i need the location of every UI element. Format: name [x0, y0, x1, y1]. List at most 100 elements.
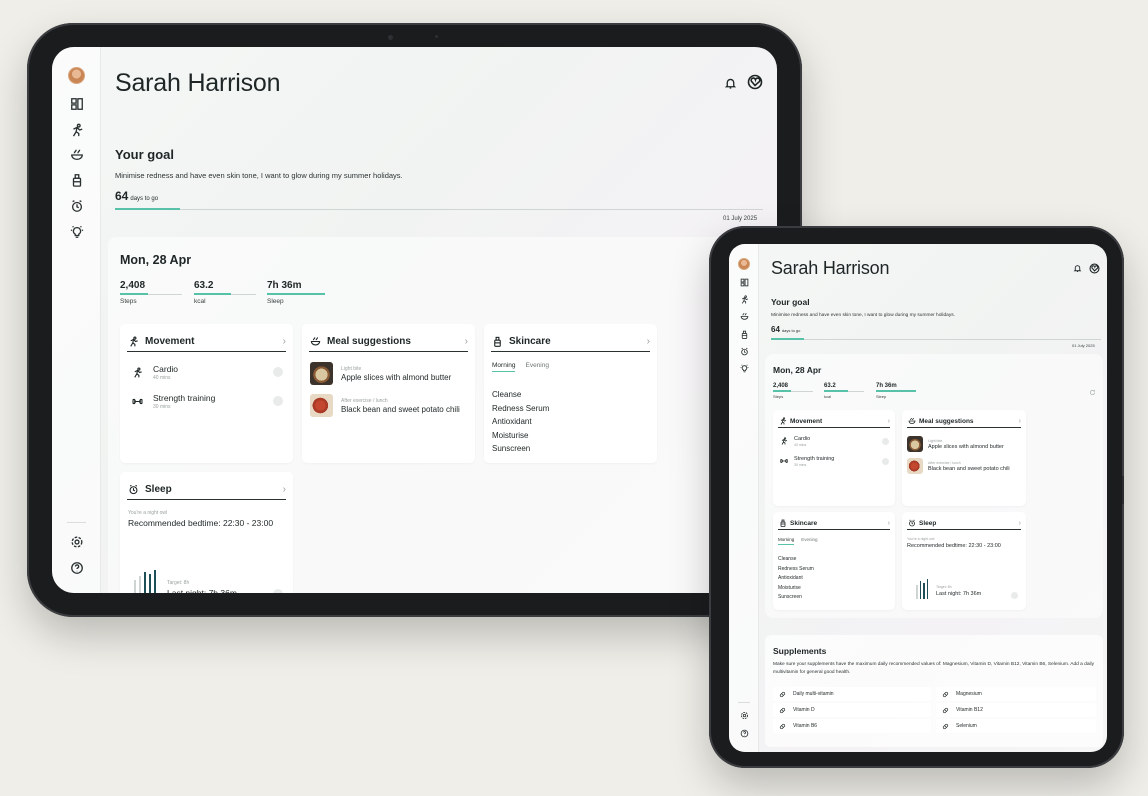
alarm-icon [127, 483, 140, 496]
movement-icon[interactable] [68, 121, 85, 138]
meal-item[interactable]: Light bite Apple slices with almond butte… [907, 436, 1021, 452]
meal-icon[interactable] [738, 310, 750, 322]
sleep-card-header[interactable]: Sleep › [127, 480, 286, 500]
movement-icon[interactable] [738, 293, 750, 305]
meal-item[interactable]: Light bite Apple slices with almond butte… [310, 362, 467, 385]
meal-name: Apple slices with almond butter [928, 443, 1004, 450]
meal-item[interactable]: After exercise / lunch Black bean and swe… [310, 394, 467, 417]
chevron-right-icon[interactable]: › [283, 336, 286, 347]
chevron-right-icon[interactable]: › [1019, 520, 1021, 527]
days-value: 64 [771, 325, 780, 334]
meal-item[interactable]: After exercise / lunch Black bean and swe… [907, 458, 1021, 474]
movement-card[interactable]: Movement › Cardio 40 mins Strength traini… [120, 324, 293, 463]
dashboard-icon[interactable] [738, 276, 750, 288]
chevron-right-icon[interactable]: › [888, 418, 890, 425]
stat-sleep-value: 7h 36m [267, 280, 302, 291]
skincare-icon[interactable] [68, 171, 85, 188]
help-icon[interactable] [68, 559, 85, 576]
meal-card-header[interactable]: Meal suggestions › [907, 415, 1021, 428]
stat-sleep: 7h 36m Sleep [267, 280, 325, 305]
day-panel: Mon, 28 Apr 2,408 Steps 63.2 kcal 7h 36m… [108, 237, 773, 593]
movement-item-cardio[interactable]: Cardio 40 mins [779, 434, 889, 448]
skincare-card-header[interactable]: Skincare › [778, 517, 890, 530]
day-panel: Mon, 28 Apr 2,408 Steps 63.2 kcal 7h 36m… [765, 354, 1103, 618]
movement-item-cardio[interactable]: Cardio 40 mins [130, 361, 283, 383]
skincare-card[interactable]: Skincare › Morning Evening Cleanse Redne… [773, 512, 895, 610]
skincare-title: Skincare [509, 336, 551, 347]
dashboard-icon[interactable] [68, 95, 85, 112]
skincare-card-header[interactable]: Skincare › [491, 332, 650, 352]
supplement-item[interactable]: Vitamin D [773, 703, 931, 717]
chevron-right-icon[interactable]: › [888, 520, 890, 527]
meal-icon[interactable] [68, 146, 85, 163]
bell-icon[interactable] [1072, 263, 1083, 274]
meal-card-header[interactable]: Meal suggestions › [309, 332, 468, 352]
movement-item-strength[interactable]: Strength training 30 mins [779, 454, 889, 468]
skincare-icon [778, 519, 787, 528]
refresh-icon[interactable] [1088, 388, 1096, 396]
supplement-item[interactable]: Magnesium [936, 687, 1096, 701]
movement-card[interactable]: Movement › Cardio 40 mins Strength traini… [773, 410, 895, 506]
skincare-steps: Cleanse Redness Serum Antioxidant Moistu… [778, 555, 814, 603]
chevron-right-icon[interactable]: › [465, 336, 468, 347]
location-icon[interactable] [746, 73, 764, 91]
bell-icon[interactable] [722, 75, 738, 91]
meal-card[interactable]: Meal suggestions › Light bite Apple slice… [902, 410, 1026, 506]
skincare-icon[interactable] [738, 328, 750, 340]
tablet-large: Sarah Harrison Your goal Minimise rednes… [27, 23, 802, 617]
stat-steps-value: 2,408 [773, 383, 789, 389]
movement-title: Movement [145, 336, 195, 347]
stat-kcal-value: 63.2 [194, 280, 214, 291]
complete-checkbox[interactable] [882, 437, 889, 445]
sleep-bedtime: Recommended bedtime: 22:30 - 23:00 [128, 518, 274, 528]
stat-kcal-bar [194, 293, 256, 295]
sleep-card[interactable]: Sleep › You're a night owl Recommended b… [120, 472, 293, 593]
location-icon[interactable] [1088, 262, 1100, 274]
supplement-item[interactable]: Selenium [936, 719, 1096, 733]
meal-title: Meal suggestions [919, 417, 974, 425]
complete-checkbox[interactable] [1011, 592, 1018, 599]
skincare-tabs: Morning Evening [778, 537, 818, 545]
goal-progress-fill [771, 338, 804, 340]
supplement-item[interactable]: Vitamin B12 [936, 703, 1096, 717]
stat-steps: 2,408 Steps [120, 280, 182, 305]
idea-icon[interactable] [68, 223, 85, 240]
supplement-item[interactable]: Daily multi-vitamin [773, 687, 931, 701]
supplement-name: Daily multi-vitamin [793, 691, 834, 697]
chevron-right-icon[interactable]: › [283, 484, 286, 495]
day-date: Mon, 28 Apr [773, 365, 822, 375]
sleep-icon[interactable] [68, 197, 85, 214]
sleep-icon[interactable] [738, 345, 750, 357]
meal-card[interactable]: Meal suggestions › Light bite Apple slice… [302, 324, 475, 463]
sleep-card[interactable]: Sleep › You're a night owl Recommended b… [902, 512, 1026, 610]
stat-steps-bar [120, 293, 182, 295]
tab-evening[interactable]: Evening [525, 362, 549, 372]
movement-card-header[interactable]: Movement › [127, 332, 286, 352]
meal-image [310, 362, 333, 385]
skincare-step: Redness Serum [492, 403, 550, 413]
sensor-dot [435, 35, 438, 38]
skincare-card[interactable]: Skincare › Morning Evening Cleanse Redne… [484, 324, 657, 463]
complete-checkbox[interactable] [882, 457, 889, 465]
supplement-item[interactable]: Vitamin B6 [773, 719, 931, 733]
avatar[interactable] [68, 67, 85, 84]
complete-checkbox[interactable] [273, 367, 283, 377]
tab-morning[interactable]: Morning [492, 362, 516, 372]
chevron-right-icon[interactable]: › [647, 336, 650, 347]
chevron-right-icon[interactable]: › [1019, 418, 1021, 425]
help-icon[interactable] [738, 727, 750, 739]
tab-morning[interactable]: Morning [778, 537, 795, 545]
tab-evening[interactable]: Evening [801, 537, 817, 545]
avatar[interactable] [738, 258, 750, 270]
movement-item-duration: 30 mins [153, 403, 171, 410]
movement-card-header[interactable]: Movement › [778, 415, 890, 428]
sleep-card-header[interactable]: Sleep › [907, 517, 1021, 530]
pill-icon [942, 723, 949, 729]
stat-sleep-label: Sleep [876, 394, 887, 399]
settings-icon[interactable] [68, 533, 85, 550]
movement-item-strength[interactable]: Strength training 30 mins [130, 390, 283, 412]
idea-icon[interactable] [738, 362, 750, 374]
settings-icon[interactable] [738, 709, 750, 721]
complete-checkbox[interactable] [273, 396, 283, 406]
complete-checkbox[interactable] [273, 589, 283, 593]
